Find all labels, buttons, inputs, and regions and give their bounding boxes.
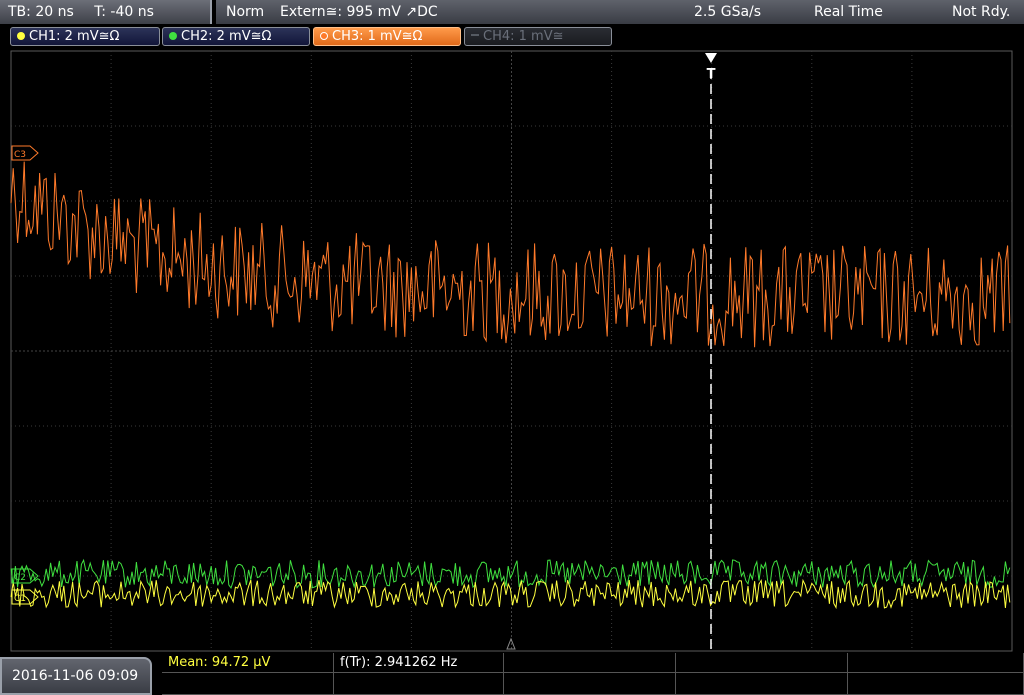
channel-2-indicator-icon [169, 32, 177, 40]
timebase-panel[interactable]: TB: 20 ns T: -40 ns [0, 0, 212, 24]
channel-4-button[interactable]: CH4: 1 mV≅ [464, 27, 612, 46]
measurement-empty-cell-3[interactable] [848, 653, 1024, 673]
measurement-empty-cell-2[interactable] [676, 653, 848, 673]
channel-3-button[interactable]: CH3: 1 mV≅Ω [313, 27, 461, 46]
channel-2-label: CH2: 2 mV≅Ω [181, 29, 272, 44]
measurement-mean: Mean: 94.72 µV [168, 655, 271, 670]
measurement-mean-cell[interactable]: Mean: 94.72 µV [162, 653, 334, 673]
acquisition-status-panel[interactable]: Norm Extern≅: 995 mV ↗DC 2.5 GSa/s Real … [216, 0, 1024, 24]
channel-3-indicator-icon [320, 32, 328, 40]
acquisition-mode: Real Time [814, 4, 883, 20]
measurement-empty-cell-1[interactable] [504, 653, 676, 673]
channel-3-marker-label: C3 [14, 150, 26, 160]
channel-1-indicator-icon [17, 32, 25, 40]
trigger-source: Extern≅: 995 mV ↗DC [280, 4, 438, 20]
date-time-display: 2016-11-06 09:09 [0, 657, 152, 695]
timebase-value: TB: 20 ns [8, 4, 74, 20]
channel-2-button[interactable]: CH2: 2 mV≅Ω [162, 27, 310, 46]
trigger-mode: Norm [226, 4, 265, 20]
measurement-empty-cell-7[interactable] [676, 673, 848, 695]
channel-bar: CH1: 2 mV≅Ω CH2: 2 mV≅Ω CH3: 1 mV≅Ω CH4:… [0, 25, 1024, 49]
date-time-value: 2016-11-06 09:09 [12, 668, 139, 684]
channel-1-label: CH1: 2 mV≅Ω [29, 29, 120, 44]
measurement-empty-cell-4[interactable] [162, 673, 334, 695]
measurement-empty-cell-5[interactable] [334, 673, 504, 695]
channel-1-button[interactable]: CH1: 2 mV≅Ω [10, 27, 160, 46]
channel-4-indicator-icon [471, 34, 479, 36]
channel-2-marker-label: C2 [14, 573, 26, 583]
channel-4-label: CH4: 1 mV≅ [483, 29, 564, 44]
measurement-frequency: f(Tr): 2.941262 Hz [340, 655, 458, 670]
run-state: Not Rdy. [952, 4, 1011, 20]
sample-rate: 2.5 GSa/s [694, 4, 762, 20]
measurement-empty-cell-8[interactable] [848, 673, 1024, 695]
waveform-display[interactable]: T C3 C2 C1 [0, 49, 1024, 653]
measurement-freq-cell[interactable]: f(Tr): 2.941262 Hz [334, 653, 504, 673]
trigger-time-value: T: -40 ns [94, 4, 154, 20]
measurement-panel: Mean: 94.72 µV f(Tr): 2.941262 Hz [162, 653, 1024, 695]
channel-1-marker-label: C1 [14, 594, 26, 604]
top-status-bar: TB: 20 ns T: -40 ns Norm Extern≅: 995 mV… [0, 0, 1024, 24]
measurement-empty-cell-6[interactable] [504, 673, 676, 695]
trigger-marker: T [707, 67, 716, 82]
channel-3-label: CH3: 1 mV≅Ω [332, 29, 423, 44]
